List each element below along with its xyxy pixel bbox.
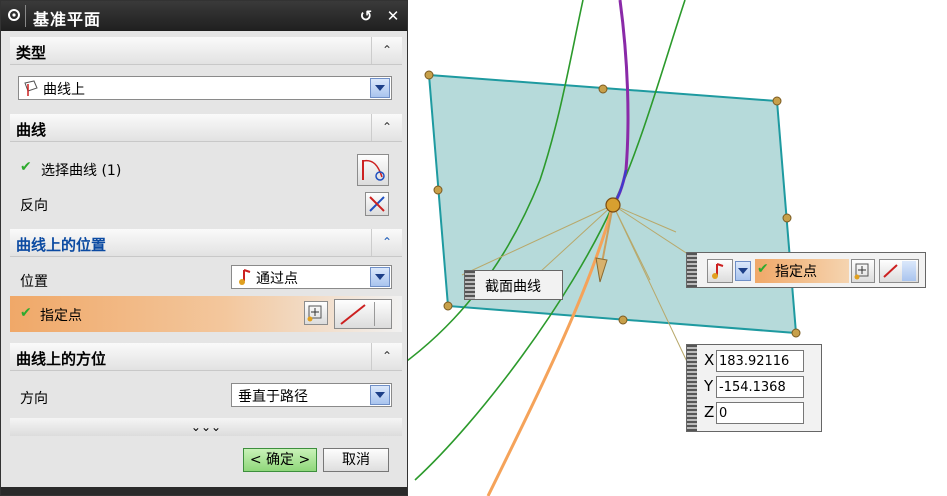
point-type-icon <box>712 263 724 279</box>
section-curve-label: 曲线 <box>16 121 47 139</box>
more-options-toggle[interactable]: ⌄⌄⌄ <box>10 418 402 436</box>
direction-label: 方向 <box>20 391 48 407</box>
point-type-icon <box>239 269 251 285</box>
position-value: 通过点 <box>256 271 298 287</box>
y-axis-label: Y <box>704 377 714 395</box>
section-position-header[interactable]: 曲线上的位置 ⌃ <box>10 229 402 257</box>
reverse-icon <box>369 196 385 212</box>
dialog-titlebar[interactable]: 基准平面 ↺ ✕ <box>1 1 407 31</box>
cancel-button[interactable]: 取消 <box>323 448 389 472</box>
x-coordinate-field[interactable] <box>716 350 804 372</box>
point-dialog-icon <box>854 263 869 280</box>
reset-button[interactable]: ↺ <box>356 6 376 26</box>
vector-button[interactable] <box>879 259 919 283</box>
section-position-label: 曲线上的位置 <box>16 236 107 254</box>
specify-point-highlight[interactable]: ✔ 指定点 <box>755 259 849 283</box>
reverse-direction-button[interactable] <box>365 192 389 216</box>
collapse-icon[interactable]: ⌃ <box>371 343 402 370</box>
chevron-down-icon[interactable] <box>370 78 390 98</box>
point-dialog-button[interactable] <box>304 301 328 325</box>
specify-point-label: 指定点 <box>40 308 82 324</box>
close-button[interactable]: ✕ <box>383 6 403 26</box>
collapse-icon[interactable]: ⌃ <box>371 229 402 256</box>
vector-button[interactable] <box>334 299 392 329</box>
z-coordinate-field[interactable] <box>716 402 804 424</box>
chevron-down-icon[interactable] <box>370 267 390 287</box>
check-icon: ✔ <box>20 305 32 321</box>
title-separator <box>25 5 26 27</box>
origin-point[interactable] <box>605 197 621 213</box>
direction-combo[interactable]: 垂直于路径 <box>231 383 392 407</box>
toolbar-grip[interactable] <box>687 253 697 287</box>
reverse-label: 反向 <box>20 198 48 214</box>
type-combo[interactable]: 曲线上 <box>18 76 392 100</box>
section-orientation-header[interactable]: 曲线上的方位 ⌃ <box>10 343 402 371</box>
point-dialog-icon <box>307 305 322 322</box>
chevron-down-icon[interactable] <box>370 385 390 405</box>
section-curve-label: 截面曲线 <box>485 279 541 295</box>
vector-icon <box>883 264 898 278</box>
section-curve-header[interactable]: 曲线 ⌃ <box>10 114 402 142</box>
chevron-down-icon <box>374 302 389 326</box>
z-axis-label: Z <box>704 403 715 421</box>
specify-point-row[interactable]: ✔ 指定点 <box>10 296 402 332</box>
point-toolbar[interactable]: ✔ 指定点 <box>686 252 926 288</box>
curve-select-icon <box>362 159 385 181</box>
collapse-icon[interactable]: ⌃ <box>371 37 402 64</box>
point-type-dropdown[interactable] <box>735 261 751 281</box>
section-type-header[interactable]: 类型 ⌃ <box>10 37 402 65</box>
chevron-down-icon <box>738 268 748 274</box>
y-coordinate-field[interactable] <box>716 376 804 398</box>
point-dialog-button[interactable] <box>851 259 875 283</box>
point-type-button[interactable] <box>707 259 733 283</box>
coordinate-input-box[interactable]: X Y Z <box>686 344 822 432</box>
select-curve-label[interactable]: 选择曲线 (1) <box>41 160 121 180</box>
vector-icon <box>340 304 366 325</box>
dialog-bottom-bar <box>1 487 407 495</box>
tag-grip[interactable] <box>465 271 475 299</box>
section-type-label: 类型 <box>16 44 47 62</box>
toolbar-specify-point-label: 指定点 <box>775 264 817 280</box>
dialog-title: 基准平面 <box>33 10 102 29</box>
section-orientation-label: 曲线上的方位 <box>16 350 107 368</box>
x-axis-label: X <box>704 351 715 369</box>
section-curve-tag[interactable]: 截面曲线 <box>464 270 563 300</box>
position-combo[interactable]: 通过点 <box>231 265 392 289</box>
check-icon: ✔ <box>20 159 32 175</box>
chevron-down-icon <box>902 261 916 281</box>
select-curve-button[interactable] <box>357 154 389 186</box>
ok-button[interactable]: < 确定 > <box>243 448 317 472</box>
more-options-icon: ⌄⌄⌄ <box>190 420 222 434</box>
type-value: 曲线上 <box>43 82 85 98</box>
collapse-icon[interactable]: ⌃ <box>371 114 402 141</box>
plane-on-curve-icon <box>24 80 38 96</box>
gear-icon[interactable] <box>7 8 21 22</box>
datum-plane-dialog: 基准平面 ↺ ✕ 类型 ⌃ 曲线上 曲线 ⌃ ✔ 选择曲线 (1) 反向 曲线上… <box>0 0 408 496</box>
position-label: 位置 <box>20 274 48 290</box>
coord-grip[interactable] <box>687 345 697 431</box>
check-icon: ✔ <box>757 261 769 277</box>
direction-value: 垂直于路径 <box>238 389 308 405</box>
